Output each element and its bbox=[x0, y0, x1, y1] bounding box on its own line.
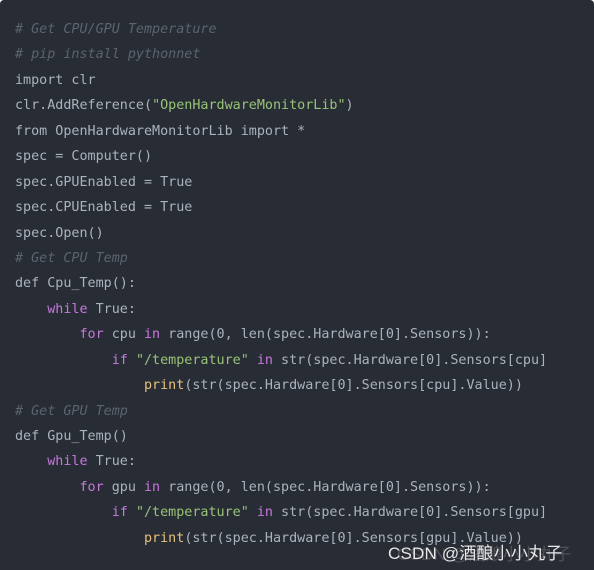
code-text: spec = Computer() bbox=[15, 149, 153, 165]
code-text: spec.CPUEnabled = True bbox=[15, 200, 193, 216]
code-text: (str(spec.Hardware[0].Sensors[cpu].Value… bbox=[184, 378, 523, 394]
code-text: spec.GPUEnabled = True bbox=[15, 174, 193, 190]
code-line: while True: bbox=[15, 449, 547, 474]
code-text: ) bbox=[345, 98, 354, 114]
code-line: for gpu in range(0, len(spec.Hardware[0]… bbox=[15, 475, 547, 500]
code-line: def Cpu_Temp(): bbox=[15, 271, 547, 296]
code-text: str(spec.Hardware[0].Sensors[cpu] bbox=[273, 352, 548, 368]
keyword: in bbox=[256, 352, 273, 368]
code-content[interactable]: # Get CPU/GPU Temperature # pip install p… bbox=[15, 17, 547, 551]
keyword: while bbox=[47, 301, 88, 317]
builtin-function: print bbox=[144, 530, 185, 546]
keyword: while bbox=[47, 454, 88, 470]
code-text: from OpenHardwareMonitorLib import * bbox=[15, 123, 306, 139]
code-comment: # Get GPU Temp bbox=[15, 403, 128, 419]
code-line: if "/temperature" in str(spec.Hardware[0… bbox=[15, 500, 547, 525]
keyword: for bbox=[79, 327, 104, 343]
keyword: in bbox=[144, 327, 161, 343]
code-text: clr.AddReference( bbox=[15, 98, 153, 114]
keyword: if bbox=[111, 505, 128, 521]
string-literal: "/temperature" bbox=[135, 352, 249, 368]
code-line: clr.AddReference("OpenHardwareMonitorLib… bbox=[15, 93, 547, 118]
code-text: range(0, len(spec.Hardware[0].Sensors)): bbox=[160, 327, 491, 343]
code-comment: # pip install pythonnet bbox=[15, 47, 201, 63]
code-block: # Get CPU/GPU Temperature # pip install p… bbox=[0, 0, 594, 570]
code-comment: # Get CPU/GPU Temperature bbox=[15, 22, 217, 37]
keyword: if bbox=[111, 352, 128, 368]
code-line: # pip install pythonnet bbox=[15, 42, 547, 67]
code-text: True: bbox=[87, 454, 136, 470]
code-line: # Get CPU/GPU Temperature bbox=[15, 17, 547, 42]
code-line: spec.Open() bbox=[15, 221, 547, 246]
builtin-function: print bbox=[144, 378, 185, 394]
code-line: if "/temperature" in str(spec.Hardware[0… bbox=[15, 348, 547, 373]
code-line: print(str(spec.Hardware[0].Sensors[cpu].… bbox=[15, 373, 547, 398]
code-text: gpu bbox=[103, 479, 144, 495]
keyword: in bbox=[144, 479, 161, 495]
code-comment: # Get CPU Temp bbox=[15, 250, 128, 266]
code-text: range(0, len(spec.Hardware[0].Sensors)): bbox=[160, 479, 491, 495]
code-line: spec.CPUEnabled = True bbox=[15, 195, 547, 220]
keyword: in bbox=[256, 505, 273, 521]
code-line: # Get CPU Temp bbox=[15, 246, 547, 271]
code-line: while True: bbox=[15, 297, 547, 322]
code-text: def Gpu_Temp() bbox=[15, 429, 128, 444]
code-text: True: bbox=[87, 301, 136, 317]
code-line: def Gpu_Temp() bbox=[15, 424, 547, 449]
code-text: spec.Open() bbox=[15, 225, 104, 241]
csdn-watermark: CSDN @酒酿小小丸子 bbox=[388, 544, 563, 563]
code-text: str(spec.Hardware[0].Sensors[gpu] bbox=[273, 505, 548, 521]
string-literal: "OpenHardwareMonitorLib" bbox=[152, 98, 346, 114]
code-line: import clr bbox=[15, 68, 547, 93]
code-line: spec.GPUEnabled = True bbox=[15, 170, 547, 195]
keyword: for bbox=[79, 479, 104, 495]
code-line: for cpu in range(0, len(spec.Hardware[0]… bbox=[15, 322, 547, 347]
string-literal: "/temperature" bbox=[135, 505, 249, 521]
code-line: # Get GPU Temp bbox=[15, 399, 547, 424]
code-text: import clr bbox=[15, 72, 96, 88]
code-line: from OpenHardwareMonitorLib import * bbox=[15, 119, 547, 144]
code-text: def Cpu_Temp(): bbox=[15, 276, 136, 292]
code-text: cpu bbox=[103, 327, 144, 343]
code-line: spec = Computer() bbox=[15, 144, 547, 169]
